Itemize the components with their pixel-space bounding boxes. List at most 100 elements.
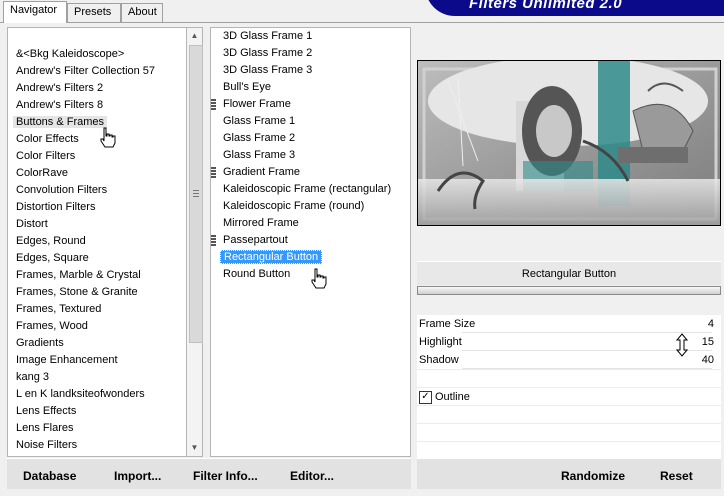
filter-item[interactable]: Glass Frame 1 <box>220 113 298 130</box>
category-item-label: Frames, Stone & Granite <box>16 286 138 298</box>
scroll-up-icon[interactable]: ▲ <box>187 28 202 44</box>
category-item[interactable]: Color Filters <box>13 148 78 165</box>
slider-value: 4 <box>707 318 714 330</box>
filter-item[interactable]: Mirrored Frame <box>220 215 302 232</box>
filter-item-label: Passepartout <box>223 234 288 246</box>
category-item-label: Andrew's Filters 2 <box>16 82 104 94</box>
category-item[interactable]: L en K landksiteofwonders <box>13 386 148 403</box>
tab-presets[interactable]: Presets <box>67 3 121 22</box>
category-item[interactable]: Edges, Round <box>13 233 89 250</box>
category-item[interactable]: Frames, Marble & Crystal <box>13 267 144 284</box>
grip-icon <box>211 235 216 246</box>
category-list[interactable]: &<Bkg Kaleidoscope> Andrew's Filter Colle… <box>7 27 187 457</box>
filter-item[interactable]: Glass Frame 2 <box>220 130 298 147</box>
category-item[interactable]: Color Effects <box>13 131 82 148</box>
filter-item[interactable]: 3D Glass Frame 3 <box>220 62 315 79</box>
filter-item[interactable]: Glass Frame 3 <box>220 147 298 164</box>
category-item[interactable]: Andrew's Filter Collection 57 <box>13 63 158 80</box>
filter-info-button[interactable]: Filter Info... <box>193 469 258 483</box>
category-item[interactable]: Edges, Square <box>13 250 92 267</box>
filter-item-label: 3D Glass Frame 1 <box>223 30 313 42</box>
category-item[interactable]: Distort <box>13 216 51 233</box>
category-item[interactable]: Frames, Textured <box>13 301 104 318</box>
filter-item[interactable]: 3D Glass Frame 2 <box>220 45 315 62</box>
category-item-label: Frames, Marble & Crystal <box>16 269 141 281</box>
tab-about[interactable]: About <box>121 3 163 22</box>
filter-item[interactable]: Flower Frame <box>211 96 294 113</box>
category-item-label: ColorRave <box>16 167 68 179</box>
outline-checkbox-row[interactable]: ✓ Outline <box>417 389 721 407</box>
category-item-label: kang 3 <box>16 371 50 383</box>
slider-value: 40 <box>701 354 714 366</box>
filter-item-label: Kaleidoscopic Frame (round) <box>223 200 365 212</box>
filter-item[interactable]: Rectangular Button <box>220 249 323 266</box>
category-item-label: Image Enhancement <box>16 354 118 366</box>
filter-item-label: Mirrored Frame <box>223 217 299 229</box>
category-item[interactable]: Buttons & Frames <box>13 114 108 131</box>
category-item[interactable]: Convolution Filters <box>13 182 110 199</box>
tab-underline <box>0 22 724 23</box>
filter-item-label: Flower Frame <box>223 98 291 110</box>
category-item-label: Edges, Square <box>16 252 89 264</box>
filter-item[interactable]: Passepartout <box>211 232 291 249</box>
filter-item[interactable]: Bull's Eye <box>220 79 274 96</box>
tab-navigator[interactable]: Navigator <box>3 1 67 23</box>
category-item-label: Lens Flares <box>16 422 74 434</box>
editor-button[interactable]: Editor... <box>290 469 334 483</box>
category-item[interactable]: &<Bkg Kaleidoscope> <box>13 46 127 63</box>
category-item-label: Color Filters <box>16 150 76 162</box>
hand-cursor-icon <box>311 268 327 289</box>
filter-list[interactable]: 3D Glass Frame 1 3D Glass Frame 2 3D Glass… <box>211 28 410 456</box>
category-item[interactable]: Gradients <box>13 335 67 352</box>
bottom-toolbar-right: Randomize Reset <box>417 458 721 489</box>
category-item[interactable]: Frames, Stone & Granite <box>13 284 141 301</box>
category-item[interactable]: Lens Effects <box>13 403 79 420</box>
category-item[interactable]: Frames, Wood <box>13 318 91 335</box>
category-item[interactable]: Noise Filters <box>13 437 80 454</box>
import-button[interactable]: Import... <box>114 469 161 483</box>
slider-label: Shadow <box>419 354 459 366</box>
slider-label: Frame Size <box>419 318 476 330</box>
category-item-label: Distort <box>16 218 48 230</box>
category-item-label: Convolution Filters <box>16 184 108 196</box>
filter-item-label: Glass Frame 2 <box>223 132 296 144</box>
category-item[interactable]: kang 3 <box>13 369 52 386</box>
category-item[interactable]: ColorRave <box>13 165 71 182</box>
category-item[interactable]: Image Enhancement <box>13 352 121 369</box>
filter-item-label: 3D Glass Frame 2 <box>223 47 313 59</box>
reset-button[interactable]: Reset <box>660 469 693 483</box>
filter-item[interactable]: Kaleidoscopic Frame (round) <box>220 198 367 215</box>
category-item-label: Edges, Round <box>16 235 86 247</box>
outline-label: Outline <box>435 391 470 403</box>
resize-vertical-cursor-icon <box>676 333 688 357</box>
category-item-label: Buttons & Frames <box>13 116 108 128</box>
category-item[interactable]: Andrew's Filters 8 <box>13 97 106 114</box>
filter-item[interactable]: Kaleidoscopic Frame (rectangular) <box>220 181 394 198</box>
filter-item[interactable]: Round Button <box>220 266 293 283</box>
bottom-toolbar-left: Database Import... Filter Info... Editor… <box>7 458 411 489</box>
separator-bar <box>417 286 721 295</box>
slider-frame-size[interactable]: Frame Size 4 <box>417 316 721 334</box>
filter-item-label: Gradient Frame <box>223 166 301 178</box>
filter-item-label: 3D Glass Frame 3 <box>223 64 313 76</box>
filter-item[interactable]: Gradient Frame <box>211 164 303 181</box>
category-scrollbar[interactable]: ▲ ▼ <box>187 27 203 457</box>
filter-item-label: Rectangular Button <box>220 250 323 264</box>
category-item-label: Gradients <box>16 337 64 349</box>
scroll-thumb[interactable] <box>189 45 203 343</box>
filter-item[interactable]: 3D Glass Frame 1 <box>220 28 315 45</box>
category-item[interactable]: Andrew's Filters 2 <box>13 80 106 97</box>
filter-item-label: Kaleidoscopic Frame (rectangular) <box>223 183 392 195</box>
grip-icon <box>211 167 216 178</box>
randomize-button[interactable]: Randomize <box>561 469 625 483</box>
filter-item-label: Glass Frame 1 <box>223 115 296 127</box>
brand-banner: Filters Unlimited 2.0 <box>425 0 724 16</box>
outline-checkbox[interactable]: ✓ <box>419 391 432 404</box>
database-button[interactable]: Database <box>23 469 76 483</box>
category-item[interactable]: Distortion Filters <box>13 199 98 216</box>
category-item[interactable]: Lens Flares <box>13 420 76 437</box>
brand-title: Filters Unlimited 2.0 <box>469 0 623 12</box>
category-item-label: L en K landksiteofwonders <box>16 388 145 400</box>
scroll-down-icon[interactable]: ▼ <box>187 440 202 456</box>
preview-image <box>417 60 721 226</box>
